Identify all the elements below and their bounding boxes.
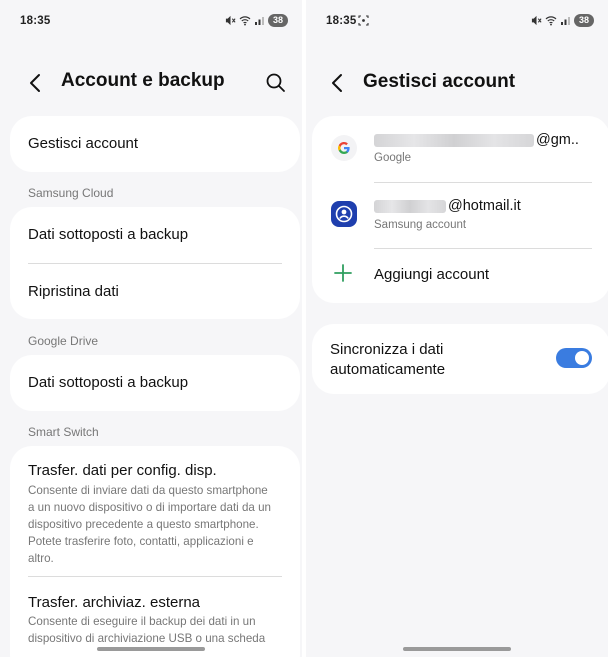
description-line: dispositivo di archiviazione USB o una s… — [28, 632, 266, 645]
description-line: altro. — [28, 552, 54, 565]
auto-sync-toggle[interactable] — [556, 348, 592, 368]
status-icons: 38 — [225, 14, 288, 27]
description-line: Potete trasferire foto, contatti, applic… — [28, 535, 254, 548]
external-storage-transfer-item[interactable]: Trasfer. archiviaz. esterna Consente di … — [10, 576, 300, 657]
gesture-nav-bar[interactable] — [403, 647, 511, 651]
google-drive-section: Google Drive — [28, 334, 99, 348]
status-icons: 38 — [531, 14, 594, 27]
back-arrow-icon[interactable] — [326, 71, 350, 95]
manage-accounts-item[interactable]: Gestisci account — [10, 116, 300, 172]
auto-sync-card: Sincronizza i dati automaticamente — [312, 324, 608, 394]
screenshot-icon — [358, 15, 369, 26]
account-backup-screen: 18:35 38 Account e backup Gestisci accou… — [0, 0, 302, 657]
samsung-backup-data-item[interactable]: Dati sottoposti a backup — [10, 207, 300, 263]
redacted-text — [374, 133, 534, 147]
auto-sync-label: Sincronizza i dati automaticamente — [330, 340, 445, 380]
page-title: Gestisci account — [363, 71, 516, 92]
mute-icon — [225, 15, 236, 26]
restore-data-item[interactable]: Ripristina dati — [10, 263, 300, 319]
redacted-text — [374, 199, 446, 213]
smart-switch-card: Trasfer. dati per config. disp. Consente… — [10, 446, 300, 657]
auto-sync-line: Sincronizza i dati — [330, 341, 444, 358]
search-icon[interactable] — [264, 71, 288, 95]
google-email-suffix: @gm.. — [536, 132, 579, 148]
external-storage-description: Consente di eseguire il backup dei dati … — [28, 613, 282, 647]
gesture-nav-bar[interactable] — [97, 647, 205, 651]
add-account-item[interactable]: Aggiungi account — [312, 248, 608, 303]
toggle-knob — [575, 351, 589, 365]
auto-sync-item[interactable]: Sincronizza i dati automaticamente — [312, 324, 608, 394]
manage-accounts-card: Gestisci account — [10, 116, 300, 172]
google-icon — [331, 135, 357, 161]
samsung-backup-data-label: Dati sottoposti a backup — [28, 226, 189, 243]
google-backup-data-item[interactable]: Dati sottoposti a backup — [10, 355, 300, 411]
status-time: 18:35 — [20, 15, 51, 27]
wifi-icon — [545, 16, 557, 26]
samsung-account-icon — [331, 201, 357, 227]
description-line: a un nuovo dispositivo o di importare da… — [28, 501, 271, 514]
samsung-cloud-card: Dati sottoposti a backup Ripristina dati — [10, 207, 300, 319]
google-account-email: @gm.. — [374, 132, 579, 148]
page-title: Account e backup — [61, 70, 225, 91]
google-backup-data-label: Dati sottoposti a backup — [28, 374, 189, 391]
status-bar: 18:35 38 — [0, 0, 302, 44]
app-header: Account e backup — [0, 62, 302, 104]
google-account-type: Google — [374, 152, 412, 164]
smart-switch-section: Smart Switch — [28, 425, 99, 439]
mute-icon — [531, 15, 542, 26]
app-header: Gestisci account — [306, 62, 608, 104]
accounts-card: @gm.. Google @hotmail.it Samsung account… — [312, 116, 608, 303]
signal-icon — [254, 17, 264, 25]
transfer-setup-title: Trasfer. dati per config. disp. — [28, 462, 217, 479]
status-time: 18:35 — [326, 15, 357, 27]
samsung-cloud-section: Samsung Cloud — [28, 186, 114, 200]
add-account-label: Aggiungi account — [374, 266, 490, 283]
description-line: dispositivo precedente a questo smartpho… — [28, 518, 259, 531]
status-bar: 18:35 38 — [306, 0, 608, 44]
battery-badge: 38 — [267, 14, 288, 27]
description-line: Consente di inviare dati da questo smart… — [28, 484, 268, 497]
transfer-setup-description: Consente di inviare dati da questo smart… — [28, 482, 282, 567]
description-line: Consente di eseguire il backup dei dati … — [28, 615, 256, 628]
signal-icon — [560, 17, 570, 25]
external-storage-title: Trasfer. archiviaz. esterna — [28, 594, 201, 611]
samsung-account-type: Samsung account — [374, 219, 467, 231]
google-drive-card: Dati sottoposti a backup — [10, 355, 300, 411]
auto-sync-line: automaticamente — [330, 361, 446, 378]
transfer-setup-item[interactable]: Trasfer. dati per config. disp. Consente… — [10, 446, 300, 576]
wifi-icon — [239, 16, 251, 26]
manage-accounts-label: Gestisci account — [28, 135, 139, 152]
samsung-email-suffix: @hotmail.it — [448, 198, 521, 214]
samsung-account-item[interactable]: @hotmail.it Samsung account — [312, 182, 608, 248]
plus-icon — [334, 264, 352, 282]
battery-badge: 38 — [573, 14, 594, 27]
manage-accounts-screen: 18:35 38 Gestisci account @gm.. Google @… — [306, 0, 608, 657]
samsung-account-email: @hotmail.it — [374, 198, 521, 214]
back-arrow-icon[interactable] — [24, 71, 48, 95]
google-account-item[interactable]: @gm.. Google — [312, 116, 608, 182]
restore-data-label: Ripristina dati — [28, 283, 119, 300]
